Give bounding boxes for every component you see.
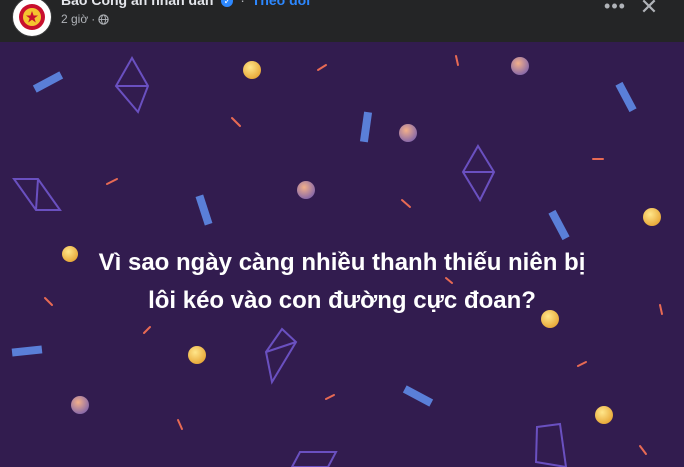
- headline-line-1: Vì sao ngày càng nhiều thanh thiếu niên …: [98, 249, 586, 276]
- globe-icon: [98, 13, 109, 25]
- headline-line-2: lôi kéo vào con đường cực đoan?: [148, 287, 536, 314]
- more-horizontal-icon: •••: [604, 0, 626, 16]
- post-time[interactable]: 2 giờ: [61, 12, 88, 26]
- page-name-link[interactable]: Báo Công an nhân dân: [61, 0, 213, 8]
- coin-icon: [62, 61, 661, 424]
- planet-icon: [71, 57, 529, 414]
- bar-icon: [11, 71, 637, 407]
- post-image[interactable]: Vì sao ngày càng nhiều thanh thiếu niên …: [0, 42, 684, 467]
- separator-dot: ·: [240, 0, 245, 8]
- verified-badge-icon: ✓: [221, 0, 234, 8]
- more-options-button[interactable]: •••: [603, 0, 627, 20]
- post-headline: Vì sao ngày càng nhiều thanh thiếu niên …: [0, 244, 684, 320]
- meta-separator: ·: [91, 12, 96, 26]
- police-emblem-icon: [19, 4, 45, 30]
- close-button[interactable]: ✕: [637, 0, 661, 20]
- close-icon: ✕: [639, 0, 659, 19]
- follow-button[interactable]: Theo dõi: [252, 0, 310, 8]
- post-header: Báo Công an nhân dân ✓ · Theo dõi 2 giờ …: [0, 0, 684, 42]
- page-name-row: Báo Công an nhân dân ✓ · Theo dõi: [61, 0, 310, 8]
- page-avatar[interactable]: [12, 0, 52, 37]
- post-meta: 2 giờ ·: [61, 12, 109, 26]
